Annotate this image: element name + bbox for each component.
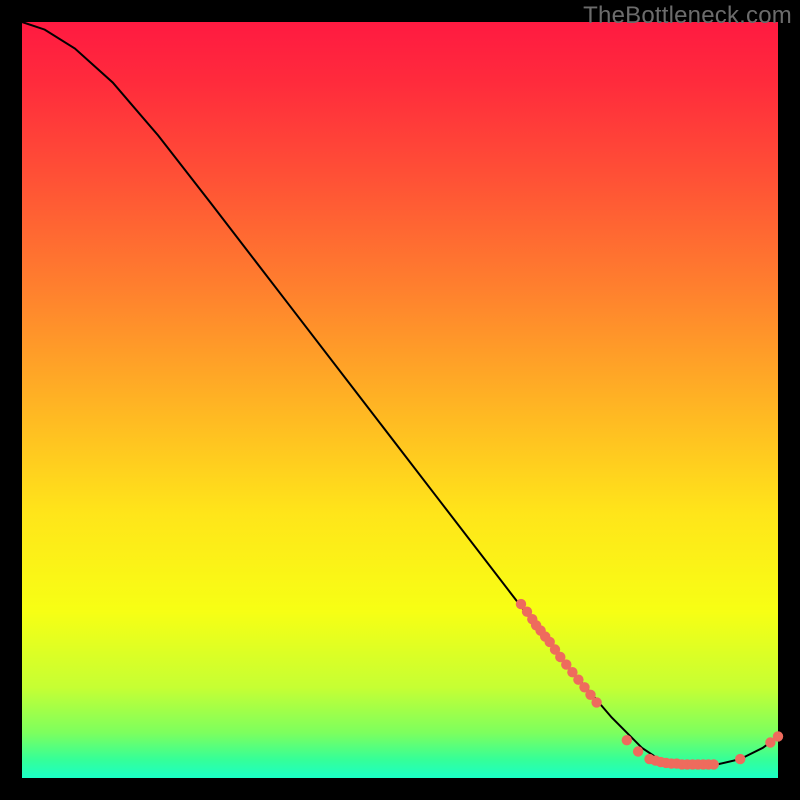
data-point (709, 759, 719, 769)
data-point (622, 735, 632, 745)
data-point (591, 697, 601, 707)
bottleneck-chart (0, 0, 800, 800)
watermark-text: TheBottleneck.com (583, 2, 792, 30)
data-point (633, 746, 643, 756)
plot-background (22, 22, 778, 778)
data-point (735, 754, 745, 764)
data-point (773, 731, 783, 741)
chart-container: TheBottleneck.com (0, 0, 800, 800)
